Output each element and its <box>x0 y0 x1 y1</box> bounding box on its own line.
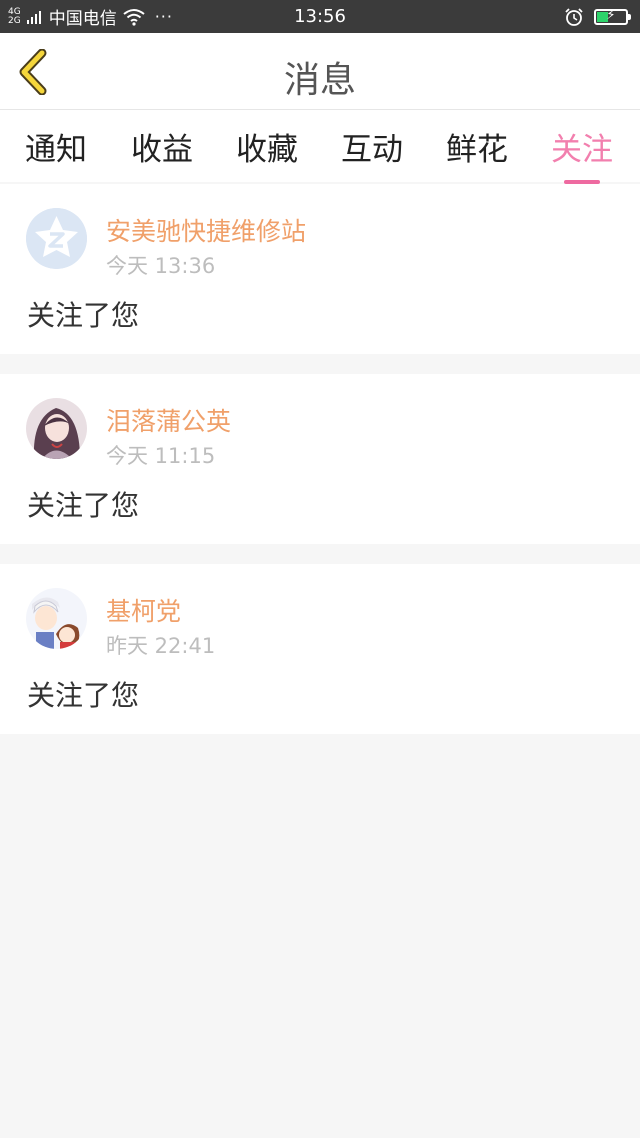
tab-favorites[interactable]: 收藏 <box>217 124 317 182</box>
page-title: 消息 <box>283 60 356 101</box>
battery-icon: ⚡ <box>594 7 631 25</box>
notification-item[interactable]: 泪落蒲公英 今天 11:15 关注了您 <box>0 374 640 544</box>
tab-notify[interactable]: 通知 <box>6 124 106 182</box>
alarm-icon <box>565 7 583 26</box>
notification-time: 今天 11:15 <box>106 444 216 468</box>
avatar[interactable] <box>26 398 87 459</box>
follower-name[interactable]: 基柯党 <box>106 592 181 628</box>
status-bar: 4G 2G 中国电信 ··· 13:56 ⚡ <box>0 0 640 33</box>
charging-icon: ⚡ <box>606 7 616 23</box>
follower-name[interactable]: 泪落蒲公英 <box>106 402 231 438</box>
tab-bar: 通知 收益 收藏 互动 鲜花 关注 <box>0 110 640 184</box>
tab-label: 通知 <box>25 132 87 168</box>
notification-time: 昨天 22:41 <box>106 634 216 658</box>
avatar[interactable] <box>26 588 87 649</box>
tab-flowers[interactable]: 鲜花 <box>427 124 527 182</box>
default-avatar-icon <box>26 208 87 269</box>
anime-girl-avatar-icon <box>26 398 87 459</box>
notification-time: 今天 13:36 <box>106 254 216 278</box>
tab-label: 互动 <box>341 132 403 168</box>
tab-earnings[interactable]: 收益 <box>112 124 212 182</box>
notification-message: 关注了您 <box>27 299 140 332</box>
avatar[interactable] <box>26 208 87 269</box>
status-time: 13:56 <box>294 6 346 27</box>
header-bar: 消息 <box>0 33 640 110</box>
tab-follow[interactable]: 关注 <box>532 124 632 184</box>
tab-label: 收藏 <box>236 132 298 168</box>
cartoon-avatar-icon <box>26 588 87 649</box>
notification-item[interactable]: 基柯党 昨天 22:41 关注了您 <box>0 564 640 734</box>
tab-label: 关注 <box>551 132 613 168</box>
tab-label: 鲜花 <box>446 132 508 168</box>
notification-item[interactable]: 安美驰快捷维修站 今天 13:36 关注了您 <box>0 184 640 354</box>
tab-label: 收益 <box>131 132 193 168</box>
notification-message: 关注了您 <box>27 489 140 522</box>
follower-name[interactable]: 安美驰快捷维修站 <box>106 212 306 248</box>
status-right: ⚡ <box>564 0 631 33</box>
tab-interaction[interactable]: 互动 <box>322 124 422 182</box>
notification-message: 关注了您 <box>27 679 140 712</box>
